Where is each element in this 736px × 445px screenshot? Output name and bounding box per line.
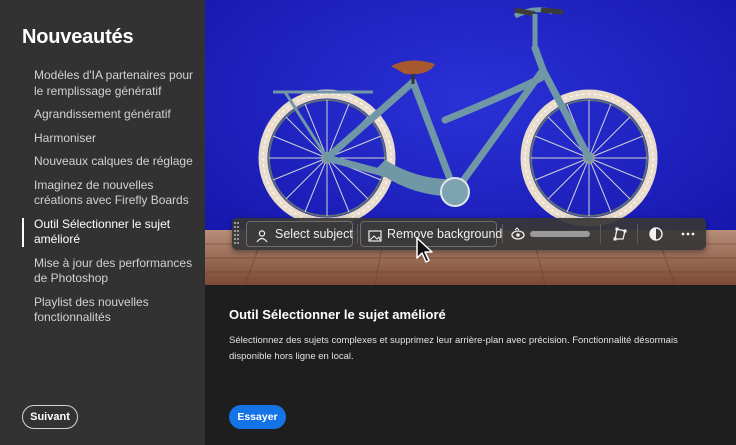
toolbar-divider [357, 224, 358, 244]
nav-item-select-subject[interactable]: Outil Sélectionner le sujet amélioré [22, 217, 197, 248]
mouse-cursor-icon [416, 237, 433, 263]
nav-item-generative-expand[interactable]: Agrandissement génératif [22, 107, 197, 123]
sidebar-title: Nouveautés [22, 26, 134, 48]
image-icon [368, 227, 382, 251]
feature-title: Outil Sélectionner le sujet amélioré [229, 307, 446, 322]
sidebar: Nouveautés Modèles d'IA partenaires pour… [0, 0, 205, 445]
toolbar-divider [600, 224, 601, 244]
adjust-icon[interactable] [647, 225, 665, 243]
feature-preview-image: Select subject Remove background [205, 0, 736, 285]
select-subject-label: Select subject [275, 227, 353, 241]
next-button[interactable]: Suivant [22, 405, 78, 429]
drag-handle[interactable] [234, 222, 240, 246]
person-select-icon [255, 227, 269, 251]
feather-slider[interactable] [530, 231, 590, 237]
transform-icon[interactable] [611, 225, 629, 243]
nav-item-harmonize[interactable]: Harmoniser [22, 131, 197, 147]
feature-description: Sélectionnez des sujets complexes et sup… [229, 335, 678, 362]
try-button[interactable]: Essayer [229, 405, 286, 429]
nav-item-adjustment-layers[interactable]: Nouveaux calques de réglage [22, 154, 197, 170]
nav-item-performance-update[interactable]: Mise à jour des performances de Photosho… [22, 256, 197, 287]
more-icon[interactable] [679, 225, 697, 243]
nav-item-playlist[interactable]: Playlist des nouvelles fonctionnalités [22, 295, 197, 326]
mask-icon[interactable] [509, 225, 527, 243]
toolbar-divider [502, 224, 503, 244]
toolbar-divider [637, 224, 638, 244]
remove-background-label: Remove background [387, 227, 503, 241]
contextual-taskbar: Select subject Remove background [232, 218, 706, 250]
nav-item-firefly-boards[interactable]: Imaginez de nouvelles créations avec Fir… [22, 178, 197, 209]
feature-nav: Modèles d'IA partenaires pour le remplis… [22, 68, 197, 326]
select-subject-button[interactable]: Select subject [246, 221, 353, 247]
nav-item-partner-ai-models[interactable]: Modèles d'IA partenaires pour le remplis… [22, 68, 197, 99]
main-panel: Select subject Remove background Outil S… [205, 0, 736, 445]
